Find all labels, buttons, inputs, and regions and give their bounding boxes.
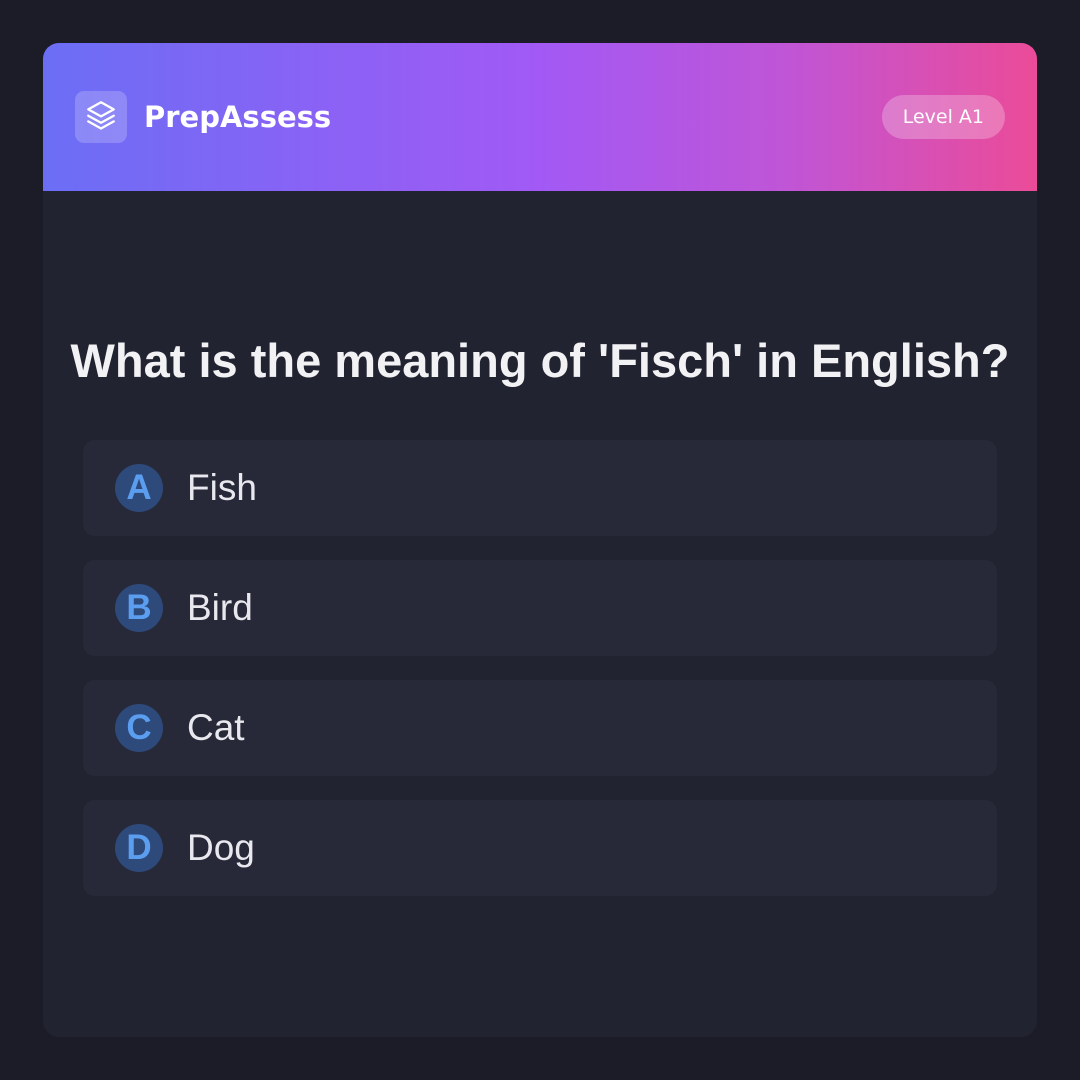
header-bar: PrepAssess Level A1 [43, 43, 1037, 191]
layers-icon [84, 98, 118, 137]
answer-options: A Fish B Bird C Cat D Dog [83, 440, 997, 920]
option-label: Dog [187, 827, 255, 868]
option-d-button[interactable]: D Dog [83, 800, 997, 896]
option-letter-badge: C [115, 704, 163, 752]
option-letter-badge: B [115, 584, 163, 632]
option-letter-badge: A [115, 464, 163, 512]
option-letter-badge: D [115, 824, 163, 872]
option-a-button[interactable]: A Fish [83, 440, 997, 536]
question-text: What is the meaning of 'Fisch' in Englis… [70, 334, 1010, 387]
option-c-button[interactable]: C Cat [83, 680, 997, 776]
option-b-button[interactable]: B Bird [83, 560, 997, 656]
quiz-card: PrepAssess Level A1 What is the meaning … [43, 43, 1037, 1037]
option-label: Fish [187, 467, 257, 508]
app-title: PrepAssess [144, 100, 332, 134]
logo [75, 91, 127, 143]
level-badge: Level A1 [881, 95, 1005, 139]
option-label: Cat [187, 707, 245, 748]
option-label: Bird [187, 587, 253, 628]
